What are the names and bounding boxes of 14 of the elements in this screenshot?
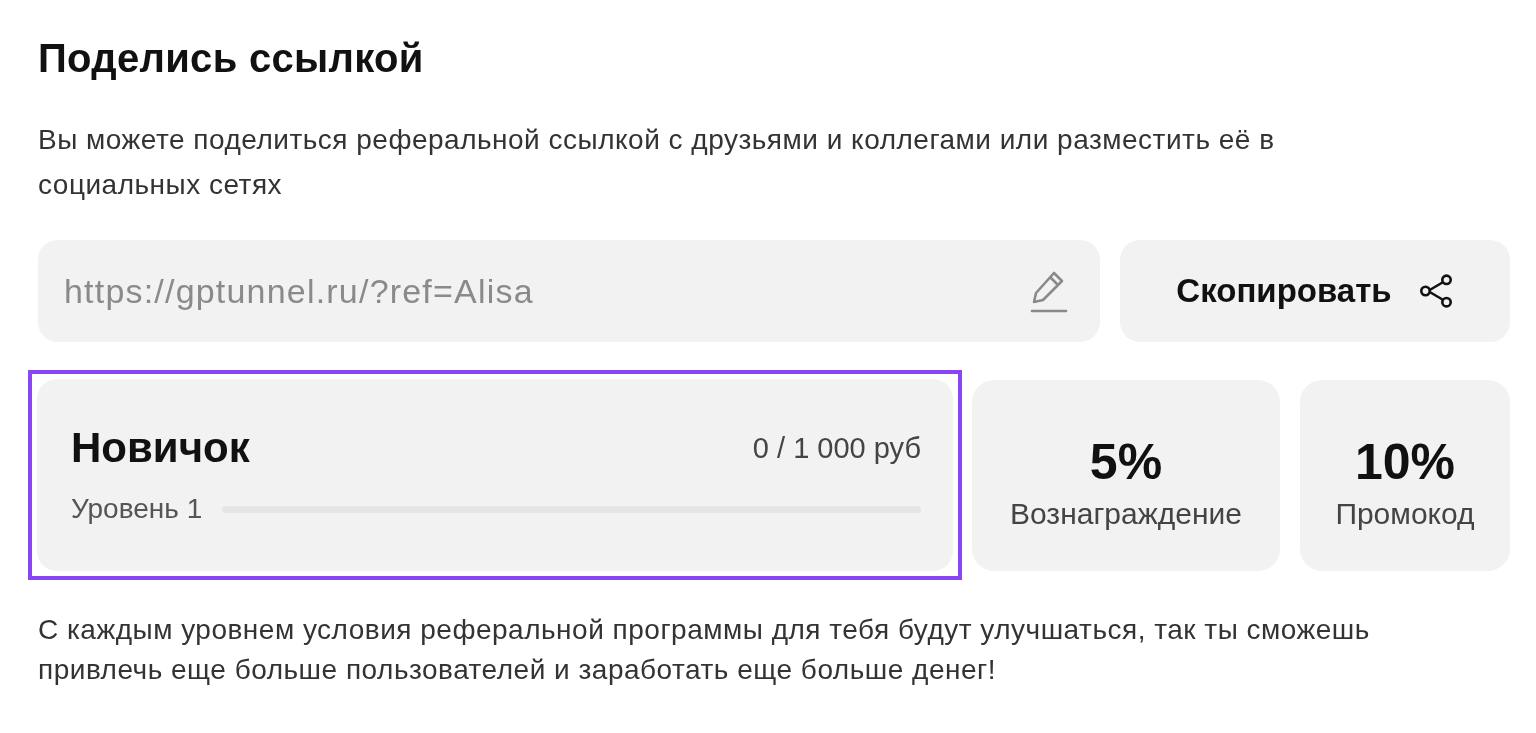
section-title: Поделись ссылкой xyxy=(38,35,424,82)
pencil-icon[interactable] xyxy=(1030,269,1068,313)
share-icon xyxy=(1417,274,1454,308)
stat-value: 10% xyxy=(1354,433,1456,491)
footer-text: С каждым уровнем условия реферальной программы для тебя будут улучшаться, так ты сможешь привлечь еще больше пользователей и заработать еще больше денег! xyxy=(38,613,1371,687)
progress-text: 0 / 1 000 руб xyxy=(752,431,921,465)
copy-button[interactable]: Скопировать xyxy=(1120,240,1510,342)
stat-label: Промокод xyxy=(1335,497,1475,531)
stat-value: 5% xyxy=(1089,433,1163,491)
description-text: Вы можете поделиться реферальной ссылкой с друзьями и коллегами или разместить её в социальных сетях xyxy=(38,123,1276,202)
link-text: https://gptunnel.ru/?ref=Alisa xyxy=(64,271,534,311)
stat-label: Вознаграждение xyxy=(1010,497,1242,531)
level-name: Новичок xyxy=(71,423,250,473)
level-label: Уровень 1 xyxy=(71,493,203,525)
